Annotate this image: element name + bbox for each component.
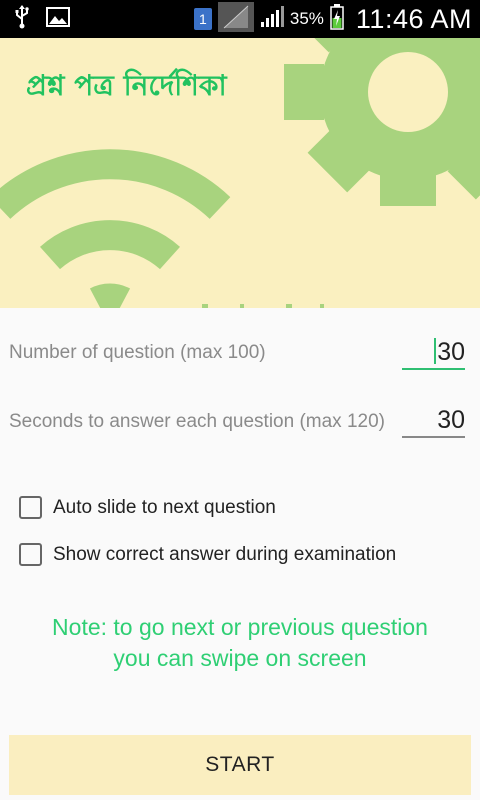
usb-icon [14,5,30,33]
start-button[interactable]: START [9,735,471,795]
note-line-2: you can swipe on screen [113,645,367,671]
battery-charging-icon [330,4,344,34]
seconds-per-question-input[interactable]: 30 [402,406,465,438]
show-answer-option[interactable]: Show correct answer during examination [19,543,396,566]
auto-slide-checkbox[interactable] [19,496,42,519]
status-bar-right: 1 35% 11:46 AM [193,0,472,38]
sim-icon: 1 [193,8,212,30]
wifi-icon [0,149,231,308]
status-bar-left [14,0,70,38]
show-answer-checkbox[interactable] [19,543,42,566]
no-signal-icon [217,2,254,36]
question-count-value: 30 [437,338,465,366]
header-banner: প্রশ্ন পত্র নির্দেশিকা [0,38,480,308]
clock: 11:46 AM [355,3,472,34]
auto-slide-option[interactable]: Auto slide to next question [19,496,276,519]
image-icon [46,7,70,31]
question-count-label: Number of question (max 100) [9,342,266,363]
note-line-1: Note: to go next or previous question [52,614,428,640]
status-bar: 1 35% 11:46 AM [0,0,480,38]
signal-icon [260,6,284,32]
gear-icon [284,38,480,206]
show-answer-label: Show correct answer during examination [53,543,397,565]
auto-slide-label: Auto slide to next question [53,496,276,518]
seconds-per-question-value: 30 [437,406,465,434]
screen: 1 35% 11:46 AM প্রশ্ন পত্র নির্দেশিকা Nu… [0,0,480,800]
swipe-note: Note: to go next or previous question yo… [0,612,480,674]
text-cursor [434,338,437,364]
question-count-input[interactable]: 30 [402,338,465,370]
battery-percent: 35% [289,9,324,28]
app-title: প্রশ্ন পত্র নির্দেশিকা [26,69,227,102]
seconds-per-question-label: Seconds to answer each question (max 120… [9,411,385,432]
